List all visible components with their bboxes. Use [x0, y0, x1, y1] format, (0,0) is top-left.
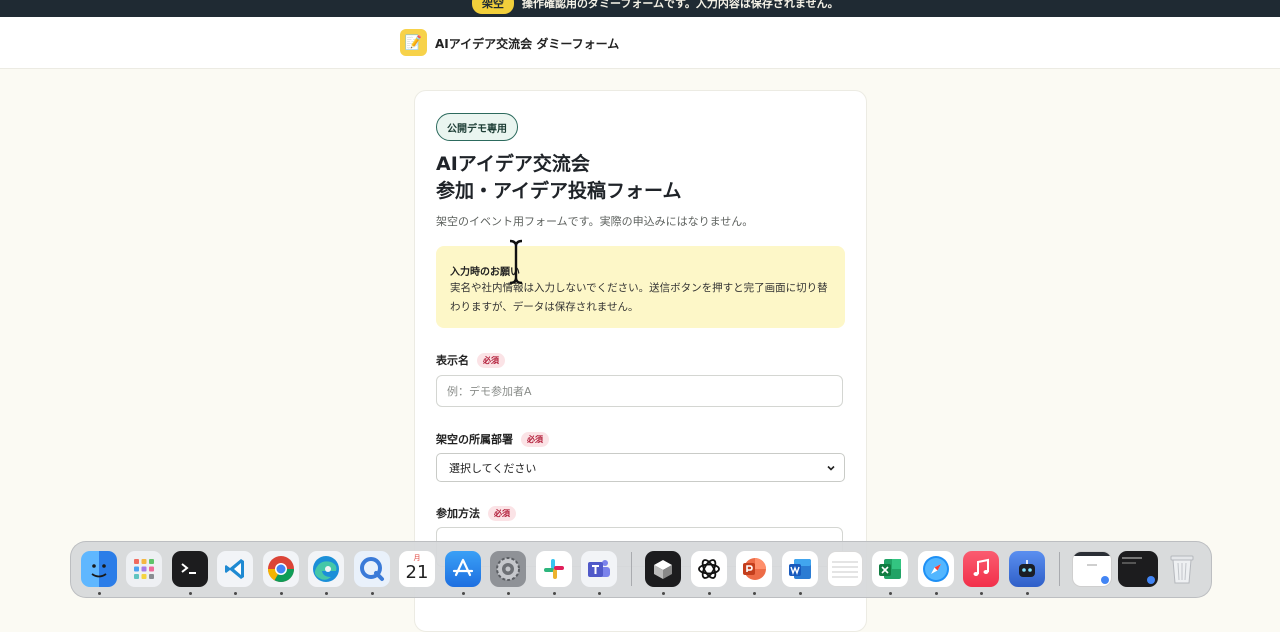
calendar-day: 21: [405, 562, 429, 583]
chrome-icon[interactable]: [263, 551, 299, 587]
demo-banner: 架空 操作確認用のダミーフォームです。入力内容は保存されません。: [0, 0, 1280, 17]
quicktime-icon[interactable]: [354, 551, 390, 587]
system-settings-icon[interactable]: [490, 551, 526, 587]
participation-label: 参加方法 必須: [436, 505, 516, 521]
notice-body: 実名や社内情報は入力しないでください。送信ボタンを押すと完了画面に切り替わります…: [450, 282, 828, 313]
teams-icon[interactable]: [581, 551, 617, 587]
display-name-input[interactable]: [436, 375, 843, 407]
vscode-icon[interactable]: [217, 551, 253, 587]
banner-badge: 架空: [472, 0, 514, 14]
finder-icon[interactable]: [81, 551, 117, 587]
terminal-icon[interactable]: [172, 551, 208, 587]
site-title[interactable]: AIアイデア交流会 ダミーフォーム: [435, 35, 619, 52]
excel-icon[interactable]: [872, 551, 908, 587]
text-cursor-icon: [509, 239, 523, 285]
chevron-down-icon: [827, 465, 835, 471]
required-badge: 必須: [488, 505, 516, 521]
box-app-icon[interactable]: [645, 551, 681, 587]
page-subtitle: 架空のイベント用フォームです。実際の申込みにはなりません。: [436, 215, 754, 228]
chatgpt-icon[interactable]: [691, 551, 727, 587]
banner-text: 操作確認用のダミーフォームです。入力内容は保存されません。: [522, 0, 839, 10]
music-icon[interactable]: [963, 551, 999, 587]
trash-icon[interactable]: [1164, 551, 1200, 587]
memo-logo-icon[interactable]: 📝: [400, 29, 427, 56]
required-badge: 必須: [477, 352, 505, 368]
public-demo-tag: 公開デモ専用: [436, 113, 518, 141]
title-line-2: 参加・アイデア投稿フォーム: [436, 180, 682, 202]
powerpoint-icon[interactable]: [736, 551, 772, 587]
required-badge: 必須: [521, 431, 549, 447]
window-thumbnail-2[interactable]: [1118, 551, 1158, 587]
notice-box: 入力時のお願い 実名や社内情報は入力しないでください。送信ボタンを押すと完了画面…: [436, 246, 845, 328]
site-header: 📝 AIアイデア交流会 ダミーフォーム: [0, 17, 1280, 69]
calendar-icon[interactable]: 月 21: [399, 551, 435, 587]
launchpad-icon[interactable]: [126, 551, 162, 587]
display-name-label: 表示名 必須: [436, 352, 505, 368]
edge-icon[interactable]: [308, 551, 344, 587]
page-title: AIアイデア交流会 参加・アイデア投稿フォーム: [436, 151, 681, 205]
window-thumbnail-1[interactable]: [1072, 551, 1112, 587]
robot-app-icon[interactable]: [1009, 551, 1045, 587]
department-selected-value: 選択してください: [449, 461, 537, 475]
macos-dock: 月 21: [70, 541, 1212, 598]
slack-icon[interactable]: [536, 551, 572, 587]
app-store-icon[interactable]: [445, 551, 481, 587]
safari-icon[interactable]: [918, 551, 954, 587]
title-line-1: AIアイデア交流会: [436, 153, 590, 175]
department-select[interactable]: 選択してください: [436, 453, 845, 482]
word-icon[interactable]: [782, 551, 818, 587]
department-label: 架空の所属部署 必須: [436, 431, 549, 447]
notes-icon[interactable]: [827, 551, 863, 587]
